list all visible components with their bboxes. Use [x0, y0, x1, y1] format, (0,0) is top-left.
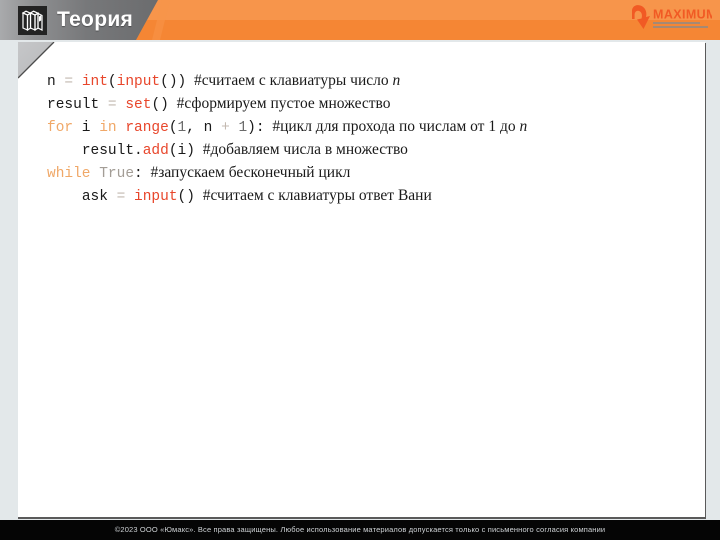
code-block: n = int(input()) #считаем с клавиатуры ч… — [47, 70, 667, 208]
code-token-plain: ): — [247, 120, 265, 136]
code-comment: #считаем с клавиатуры число n — [186, 72, 401, 89]
code-comment: #сформируем пустое множество — [168, 95, 391, 112]
page-header: Теория MAXIMUM — [0, 0, 720, 40]
code-token-kw: while — [47, 166, 91, 182]
code-token-plain: : — [134, 166, 143, 182]
footer-copyright: ©2023 ООО «Юмакс». Все права защищены. Л… — [114, 525, 606, 534]
code-token-plain: , n — [186, 120, 222, 136]
code-token-builtin: input — [134, 189, 178, 205]
code-token-op: = — [107, 97, 117, 113]
code-comment: #считаем с клавиатуры ответ Вани — [194, 187, 432, 204]
code-line: for i in range(1, n + 1): #цикл для прох… — [47, 116, 667, 139]
code-token-plain: ask — [81, 189, 108, 205]
page-title: Теория — [57, 8, 134, 31]
code-token-num: 1 — [238, 120, 248, 136]
code-token-op: + — [221, 120, 230, 136]
code-comment: #цикл для прохода по числам от 1 до n — [264, 118, 528, 135]
code-line: result.add(i) #добавляем числа в множест… — [47, 139, 667, 162]
code-token-builtin: set — [125, 97, 152, 113]
page-footer: ©2023 ООО «Юмакс». Все права защищены. Л… — [0, 520, 720, 540]
code-token-builtin: add — [142, 143, 169, 159]
code-line: while True: #запускаем бесконечный цикл — [47, 162, 667, 185]
code-token-plain: ( — [168, 120, 178, 136]
code-comment-variable: n — [519, 118, 528, 135]
code-comment-variable: n — [392, 72, 401, 89]
code-token-plain: i — [73, 120, 100, 136]
code-token-plain: result. — [81, 143, 143, 159]
code-token-kw: in — [99, 120, 117, 136]
code-token-const: True — [99, 166, 135, 182]
svg-text:MAXIMUM: MAXIMUM — [653, 8, 712, 22]
code-line: n = int(input()) #считаем с клавиатуры ч… — [47, 70, 667, 93]
code-comment: #добавляем числа в множество — [194, 141, 408, 158]
code-token-plain: () — [177, 189, 195, 205]
books-icon — [18, 6, 47, 35]
code-token-builtin: int — [81, 74, 108, 90]
code-token-plain: ( — [107, 74, 117, 90]
code-token-builtin: range — [125, 120, 169, 136]
code-token-kw: for — [47, 120, 74, 136]
code-line: ask = input() #считаем с клавиатуры отве… — [47, 185, 667, 208]
maximum-logo: MAXIMUM — [626, 3, 712, 36]
code-token-plain: n — [47, 74, 56, 90]
code-token-plain: result — [47, 97, 100, 113]
code-token-plain: () — [151, 97, 169, 113]
code-token-num: 1 — [177, 120, 187, 136]
code-comment: #запускаем бесконечный цикл — [142, 164, 351, 181]
code-line: result = set() #сформируем пустое множес… — [47, 93, 667, 116]
code-token-plain: (i) — [168, 143, 195, 159]
code-token-plain: ()) — [160, 74, 187, 90]
code-token-builtin: input — [116, 74, 161, 90]
code-token-op: = — [64, 74, 74, 90]
